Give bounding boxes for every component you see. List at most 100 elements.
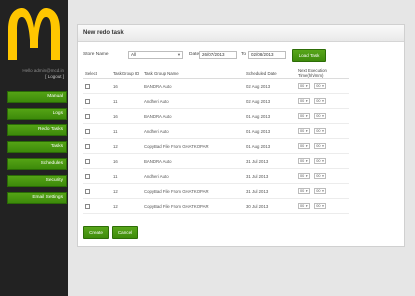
nav-schedules[interactable]: Schedules (7, 158, 67, 170)
header-taskgroup-id: TaskGroup ID (111, 68, 142, 79)
taskgroup-id-cell: 11 (111, 123, 142, 139)
hour-select[interactable]: 00▼ (298, 113, 311, 119)
hour-select[interactable]: 00▼ (298, 188, 311, 194)
nav-logs[interactable]: Logs (7, 108, 67, 120)
minute-select[interactable]: 00▼ (314, 113, 327, 119)
header-scheduled-date: Scheduled Date (244, 68, 296, 79)
scheduled-date-cell: 02 Aug 2013 (244, 93, 296, 109)
row-checkbox[interactable] (85, 173, 90, 179)
scheduled-date-cell: 30 Jul 2013 (244, 198, 296, 214)
minute-select[interactable]: 00▼ (314, 83, 327, 89)
hour-select[interactable]: 00▼ (298, 83, 311, 89)
sidebar: Hello admin@mcd.in [ Logout ] Manual Logs… (0, 0, 68, 296)
nav-security[interactable]: Security (7, 175, 67, 187)
hour-select[interactable]: 00▼ (298, 173, 311, 179)
taskgroup-id-cell: 11 (111, 168, 142, 184)
user-block: Hello admin@mcd.in [ Logout ] (0, 68, 64, 80)
row-checkbox[interactable] (85, 98, 90, 104)
minute-value: 00 (316, 159, 321, 163)
next-execution-cell: 00▼ 00▼ (296, 93, 349, 109)
create-button[interactable]: Create (83, 226, 109, 239)
next-execution-cell: 00▼ 00▼ (296, 138, 349, 154)
minute-select[interactable]: 00▼ (314, 98, 327, 104)
chevron-down-icon: ▼ (321, 114, 325, 118)
taskgroup-name-cell: BANDRA Auto (142, 78, 244, 94)
taskgroup-name-cell: BANDRA Auto (142, 153, 244, 169)
date-to-input[interactable]: 02/08/2013 (248, 51, 286, 59)
hour-value: 00 (300, 144, 305, 148)
next-execution-cell: 00▼ 00▼ (296, 123, 349, 139)
load-task-group-button[interactable]: Load Task Group (292, 49, 326, 69)
row-checkbox[interactable] (85, 203, 90, 209)
scheduled-date-cell: 01 Aug 2013 (244, 108, 296, 124)
taskgroup-id-cell: 11 (111, 93, 142, 109)
hour-value: 00 (300, 159, 305, 163)
minute-select[interactable]: 00▼ (314, 158, 327, 164)
select-cell (83, 198, 111, 214)
row-checkbox[interactable] (85, 143, 90, 149)
chevron-down-icon: ▼ (321, 84, 325, 88)
taskgroup-id-cell: 16 (111, 78, 142, 94)
scheduled-date-cell: 31 Jul 2013 (244, 153, 296, 169)
chevron-down-icon: ▼ (321, 159, 325, 163)
panel-title: New redo task (78, 25, 404, 42)
hour-value: 00 (300, 129, 305, 133)
hour-select[interactable]: 00▼ (298, 143, 311, 149)
cancel-button[interactable]: Cancel (112, 226, 138, 239)
chevron-down-icon: ▼ (321, 204, 325, 208)
row-checkbox[interactable] (85, 83, 90, 89)
taskgroup-name-cell: CopyBad File From GHATKOPAR (142, 198, 244, 214)
select-cell (83, 123, 111, 139)
scheduled-date-cell: 31 Jul 2013 (244, 183, 296, 199)
row-checkbox[interactable] (85, 113, 90, 119)
table-row: 11 Andheri Auto 31 Jul 2013 00▼ 00▼ (83, 168, 349, 184)
chevron-down-icon: ▼ (177, 52, 181, 57)
date-from-input[interactable]: 26/07/2013 (199, 51, 237, 59)
minute-select[interactable]: 00▼ (314, 203, 327, 209)
hour-select[interactable]: 00▼ (298, 203, 311, 209)
nav-email-settings[interactable]: Email Settings (7, 192, 67, 204)
minute-select[interactable]: 00▼ (314, 143, 327, 149)
chevron-down-icon: ▼ (321, 144, 325, 148)
header-next-execution: Next Execution Time(hh/mm) (296, 68, 349, 79)
hour-value: 00 (300, 84, 305, 88)
scheduled-date-cell: 01 Aug 2013 (244, 123, 296, 139)
logout-link[interactable]: [ Logout ] (0, 74, 64, 80)
to-label: To (241, 52, 247, 57)
row-checkbox[interactable] (85, 158, 90, 164)
table-row: 12 CopyBad File From GHATKOPAR 30 Jul 2013… (83, 198, 349, 214)
table-row: 12 CopyBad File From GHATKOPAR 01 Aug 2013… (83, 138, 349, 154)
chevron-down-icon: ▼ (321, 129, 325, 133)
hour-value: 00 (300, 99, 305, 103)
minute-select[interactable]: 00▼ (314, 188, 327, 194)
chevron-down-icon: ▼ (305, 174, 309, 178)
row-checkbox[interactable] (85, 128, 90, 134)
row-checkbox[interactable] (85, 188, 90, 194)
table-row: 11 Andheri Auto 02 Aug 2013 00▼ 00▼ (83, 93, 349, 109)
hour-value: 00 (300, 189, 305, 193)
nav-manual[interactable]: Manual (7, 91, 67, 103)
taskgroup-name-cell: Andheri Auto (142, 168, 244, 184)
hour-select[interactable]: 00▼ (298, 158, 311, 164)
minute-value: 00 (316, 144, 321, 148)
table-row: 16 BANDRA Auto 02 Aug 2013 00▼ 00▼ (83, 78, 349, 94)
chevron-down-icon: ▼ (305, 84, 309, 88)
hour-select[interactable]: 00▼ (298, 98, 311, 104)
chevron-down-icon: ▼ (305, 129, 309, 133)
chevron-down-icon: ▼ (305, 189, 309, 193)
select-cell (83, 153, 111, 169)
taskgroup-name-cell: BANDRA Auto (142, 108, 244, 124)
nav-redo-tasks[interactable]: Redo Tasks (7, 124, 67, 136)
nav-tasks[interactable]: Tasks (7, 141, 67, 153)
hour-value: 00 (300, 204, 305, 208)
minute-select[interactable]: 00▼ (314, 128, 327, 134)
table-row: 11 Andheri Auto 01 Aug 2013 00▼ 00▼ (83, 123, 349, 139)
next-execution-cell: 00▼ 00▼ (296, 153, 349, 169)
table-row: 12 CopyBad File From GHATKOPAR 31 Jul 2013… (83, 183, 349, 199)
hour-select[interactable]: 00▼ (298, 128, 311, 134)
hour-value: 00 (300, 174, 305, 178)
store-name-select[interactable]: All ▼ (128, 51, 183, 59)
minute-select[interactable]: 00▼ (314, 173, 327, 179)
taskgroup-id-cell: 12 (111, 138, 142, 154)
minute-value: 00 (316, 129, 321, 133)
